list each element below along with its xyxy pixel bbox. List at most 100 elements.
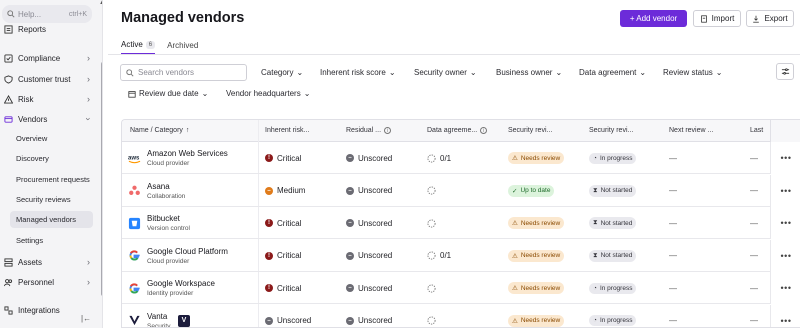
review-badge: ⚠ Needs review	[508, 152, 565, 164]
vendor-name: Vanta	[147, 311, 168, 321]
filter-data-agreement[interactable]: Data agreement ⌄	[579, 68, 646, 77]
column-header-name[interactable]: Name / Category ↑	[130, 127, 189, 134]
sidebar-item-customer-trust[interactable]: Customer trust ›	[0, 70, 96, 88]
chevron-down-icon: ⌄	[639, 68, 647, 77]
residual-risk-cell: – Unscored	[346, 272, 392, 304]
table-row[interactable]: Asana Collaboration – Medium – Unscored …	[122, 174, 800, 207]
sidebar-item-compliance[interactable]: Compliance ›	[0, 49, 96, 67]
vendor-name-cell[interactable]: Bitbucket Version control	[128, 207, 190, 239]
info-icon[interactable]: i	[480, 127, 488, 134]
tab-active[interactable]: Active 6	[121, 40, 156, 55]
tab-archived[interactable]: Archived	[167, 40, 198, 55]
filter-category[interactable]: Category ⌄	[261, 68, 303, 77]
next-review-value: —	[669, 153, 677, 163]
filter-security-owner[interactable]: Security owner ⌄	[414, 68, 477, 77]
security-review-status-cell: ◔ In progress	[589, 272, 637, 304]
vendors-table: Name / Category ↑ Inherent risk... Residu…	[121, 119, 800, 328]
table-row[interactable]: Bitbucket Version control ! Critical – U…	[122, 207, 800, 239]
sliders-icon	[781, 68, 789, 75]
compliance-icon	[4, 53, 13, 63]
review-badge-label: Needs review	[520, 219, 561, 227]
filter-label: Business owner	[496, 68, 553, 77]
sidebar-item-reports[interactable]: Reports	[0, 20, 96, 38]
inherent-risk-cell: ! Critical	[265, 207, 301, 239]
sidebar-item-personnel[interactable]: Personnel ›	[0, 273, 96, 291]
search-vendors-input[interactable]: Search vendors	[120, 64, 247, 81]
column-header-next-review[interactable]: Next review ...	[669, 127, 713, 134]
column-header-data-agreement[interactable]: Data agreeme... i	[427, 127, 488, 134]
vendor-name-cell[interactable]: Google Workspace Identity provider	[128, 272, 215, 304]
import-button[interactable]: Import	[693, 10, 741, 27]
row-actions-button[interactable]: •••	[770, 239, 800, 272]
data-agreement-value: 0/1	[440, 153, 452, 163]
vendor-category: Version control	[147, 225, 190, 232]
inherent-risk-value: Critical	[277, 218, 302, 228]
sidebar-subitem-discovery[interactable]: Discovery	[14, 150, 93, 167]
table-row[interactable]: Vanta Security V – Unscored – Unscored ⚠…	[122, 304, 800, 328]
vendor-name-cell[interactable]: Vanta Security V	[128, 305, 190, 327]
help-search-placeholder: Help...	[18, 9, 42, 19]
sidebar-subitem-security-reviews[interactable]: Security reviews	[14, 191, 93, 208]
filter-label: Review due date	[139, 89, 199, 98]
progress-ring-icon	[427, 153, 436, 163]
filter-settings-button[interactable]	[776, 63, 794, 80]
filter-inherent-risk-score[interactable]: Inherent risk score ⌄	[320, 68, 396, 77]
import-label: Import	[711, 14, 735, 23]
next-review-cell: —	[669, 175, 677, 207]
vendor-name-cell[interactable]: Google Cloud Platform Cloud provider	[128, 240, 228, 272]
chevron-down-icon: ⌄	[555, 68, 563, 77]
last-review-value: —	[750, 186, 758, 195]
collapse-sidebar-icon[interactable]: |←	[81, 314, 91, 323]
status-badge-label: Not started	[600, 187, 633, 194]
row-actions-button[interactable]: •••	[770, 207, 800, 239]
filter-review-due-date[interactable]: Review due date ⌄	[128, 89, 208, 98]
row-actions-button[interactable]: •••	[770, 174, 800, 207]
export-button[interactable]: Export	[746, 10, 794, 27]
sidebar-subitem-overview[interactable]: Overview	[14, 130, 93, 147]
vendor-name-cell[interactable]: aws Amazon Web Services Cloud provider	[128, 142, 228, 174]
filter-review-status[interactable]: Review status ⌄	[663, 68, 723, 77]
column-header-security-review-status[interactable]: Security revi...	[589, 127, 633, 134]
column-header-security-review[interactable]: Security revi...	[508, 127, 552, 134]
assets-icon	[4, 257, 13, 267]
table-row[interactable]: aws Amazon Web Services Cloud provider !…	[122, 142, 800, 174]
column-header-last[interactable]: Last	[750, 127, 763, 134]
sidebar-subitem-procurement-requests[interactable]: Procurement requests	[14, 171, 93, 188]
sidebar-subitem-settings[interactable]: Settings	[14, 232, 93, 249]
progress-ring-icon	[427, 186, 436, 195]
more-horizontal-icon: •••	[780, 153, 792, 163]
last-review-cell: —	[750, 207, 758, 239]
status-icon: ◔	[593, 284, 597, 292]
add-vendor-label: + Add vendor	[629, 14, 678, 23]
last-review-cell: —	[750, 305, 758, 328]
row-actions-button[interactable]: •••	[770, 272, 800, 304]
sidebar-item-risk[interactable]: Risk ›	[0, 90, 96, 108]
status-icon: ⧗	[593, 186, 598, 194]
column-header-inherent-risk[interactable]: Inherent risk...	[265, 127, 309, 134]
filter-vendor-headquarters[interactable]: Vendor headquarters ⌄	[226, 89, 310, 98]
add-vendor-button[interactable]: + Add vendor	[620, 10, 687, 27]
vendor-name: Google Workspace	[147, 279, 215, 288]
scroll-up-icon[interactable]: ▲	[99, 0, 102, 6]
vendor-name-cell[interactable]: Asana Collaboration	[128, 175, 185, 207]
sidebar-item-label: Compliance	[18, 53, 61, 63]
sidebar-scrollbar[interactable]	[101, 62, 102, 296]
sidebar-item-assets[interactable]: Assets ›	[0, 253, 96, 271]
inherent-risk-value: Medium	[277, 186, 306, 195]
next-review-cell: —	[669, 240, 677, 272]
filter-business-owner[interactable]: Business owner ⌄	[496, 68, 562, 77]
table-row[interactable]: Google Cloud Platform Cloud provider ! C…	[122, 239, 800, 272]
row-actions-button[interactable]: •••	[770, 304, 800, 327]
review-badge: ⚠ Needs review	[508, 282, 565, 294]
sidebar-subitem-managed-vendors[interactable]: Managed vendors	[10, 211, 93, 228]
table-row[interactable]: Google Workspace Identity provider ! Cri…	[122, 272, 800, 304]
status-badge: ◔ In progress	[589, 282, 637, 294]
vanta-owner-avatar: V	[178, 314, 190, 327]
column-header-residual[interactable]: Residual ... i	[346, 127, 392, 134]
chevron-down-icon: ⌄	[715, 68, 723, 77]
sidebar-item-vendors[interactable]: Vendors ›	[0, 110, 96, 128]
unscored-icon: –	[346, 284, 354, 292]
row-actions-button[interactable]: •••	[770, 142, 800, 174]
info-icon[interactable]: i	[384, 127, 392, 134]
filter-label: Inherent risk score	[320, 68, 386, 77]
